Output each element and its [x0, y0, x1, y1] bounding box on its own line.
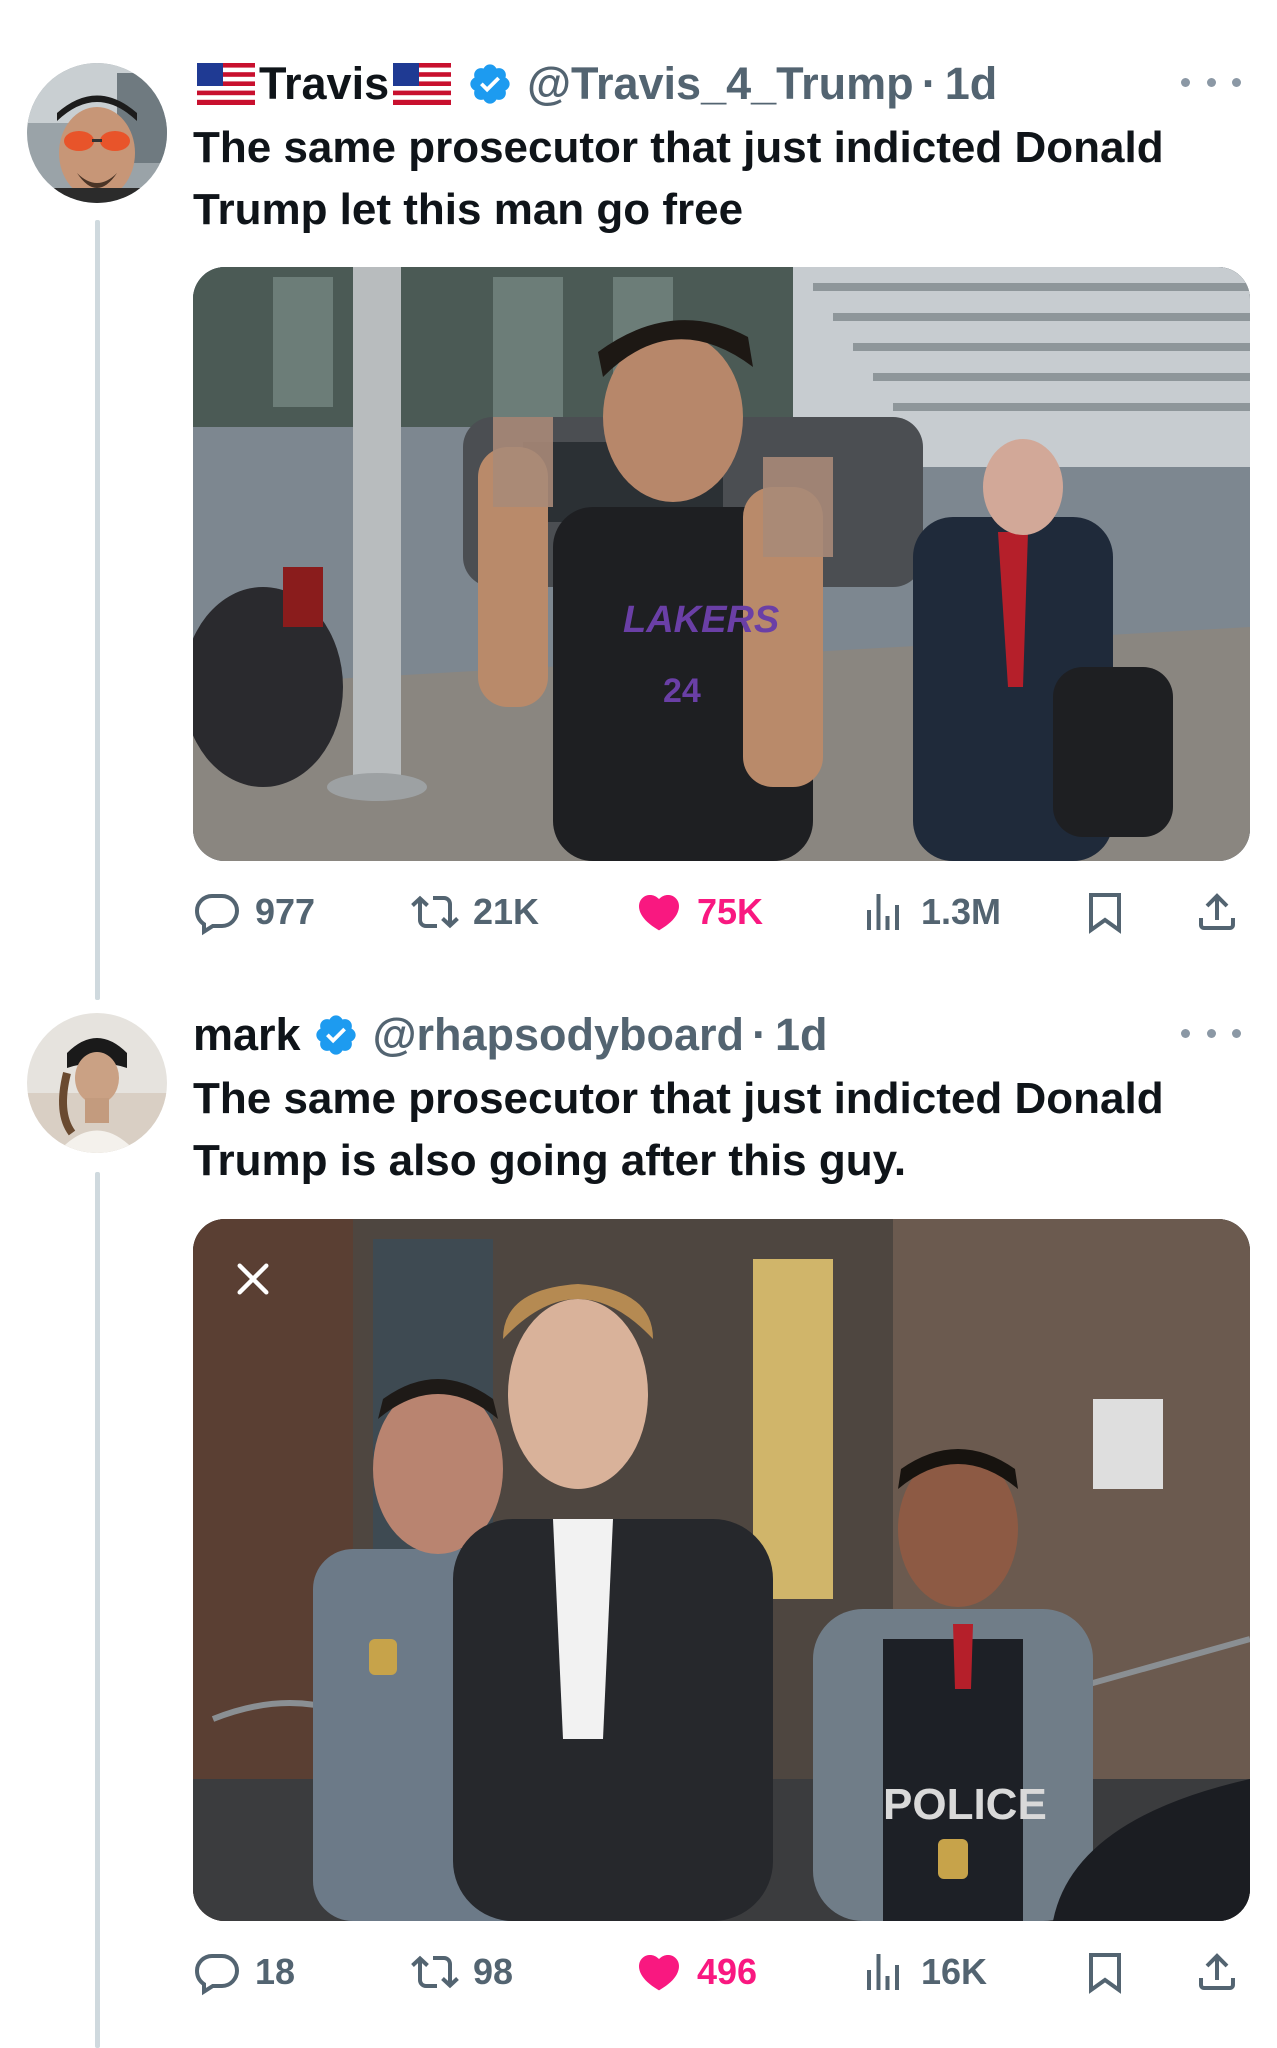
avatar[interactable]: [27, 1013, 167, 1153]
more-icon[interactable]: [1181, 1013, 1241, 1053]
retweet-button[interactable]: 98: [411, 1942, 513, 2002]
tweet-header: Travis @Travis_4_Trump · 1d: [193, 54, 997, 114]
user-handle[interactable]: @rhapsodyboard: [373, 1009, 744, 1061]
reply-icon: [193, 888, 241, 936]
heart-icon: [635, 888, 683, 936]
avatar[interactable]: [27, 63, 167, 203]
tweet-text: The same prosecutor that just indicted D…: [193, 1074, 1164, 1185]
retweet-button[interactable]: 21K: [411, 882, 539, 942]
reply-button[interactable]: 18: [193, 1942, 295, 2002]
retweet-count: 98: [473, 1951, 514, 1992]
bookmark-button[interactable]: [1081, 1942, 1143, 2002]
views-count: 1.3M: [921, 891, 1002, 932]
share-button[interactable]: [1193, 1942, 1255, 2002]
verified-badge-icon: [467, 61, 513, 107]
timestamp[interactable]: 1d: [945, 58, 998, 110]
tweet-text: The same prosecutor that just indicted D…: [193, 123, 1164, 234]
heart-icon: [635, 1948, 683, 1996]
like-count: 496: [697, 1951, 758, 1992]
vest-text: POLICE: [883, 1780, 1047, 1829]
reply-count: 977: [255, 891, 316, 932]
reply-button[interactable]: 977: [193, 882, 315, 942]
like-button[interactable]: 496: [635, 1942, 757, 2002]
tweet-actions: 977 21K 75K 1.3M: [193, 882, 1258, 942]
us-flag-icon: [393, 63, 452, 105]
thread-connector-line: [95, 1172, 100, 2048]
retweet-count: 21K: [473, 891, 540, 932]
close-icon[interactable]: [233, 1259, 273, 1299]
reply-count: 18: [255, 1951, 296, 1992]
separator-dot: ·: [921, 58, 937, 109]
jersey-team-text: LAKERS: [623, 599, 779, 641]
thread-connector-line: [95, 220, 100, 1000]
share-icon: [1193, 888, 1241, 936]
display-name[interactable]: Travis: [259, 58, 389, 110]
separator-dot: ·: [752, 1009, 768, 1060]
more-icon[interactable]: [1181, 62, 1241, 102]
share-icon: [1193, 1948, 1241, 1996]
bookmark-button[interactable]: [1081, 882, 1143, 942]
verified-badge-icon: [313, 1012, 359, 1058]
views-icon: [859, 888, 907, 936]
views-button[interactable]: 16K: [859, 1942, 987, 2002]
tweet-media-photo[interactable]: POLICE: [193, 1219, 1250, 1921]
bookmark-icon: [1081, 1948, 1129, 1996]
share-button[interactable]: [1193, 882, 1255, 942]
views-count: 16K: [921, 1951, 988, 1992]
retweet-icon: [411, 1948, 459, 1996]
retweet-icon: [411, 888, 459, 936]
user-handle[interactable]: @Travis_4_Trump: [527, 58, 914, 110]
like-button[interactable]: 75K: [635, 882, 763, 942]
tweet-media-photo[interactable]: LAKERS 24: [193, 267, 1250, 861]
us-flag-icon: [197, 63, 255, 105]
timestamp[interactable]: 1d: [775, 1009, 828, 1061]
reply-icon: [193, 1948, 241, 1996]
jersey-number-text: 24: [663, 672, 701, 710]
display-name[interactable]: mark: [193, 1009, 301, 1061]
bookmark-icon: [1081, 888, 1129, 936]
tweet-actions: 18 98 496 16K: [193, 1942, 1258, 2002]
like-count: 75K: [697, 891, 764, 932]
views-button[interactable]: 1.3M: [859, 882, 1001, 942]
views-icon: [859, 1948, 907, 1996]
tweet-header: mark @rhapsodyboard · 1d: [193, 1005, 828, 1065]
